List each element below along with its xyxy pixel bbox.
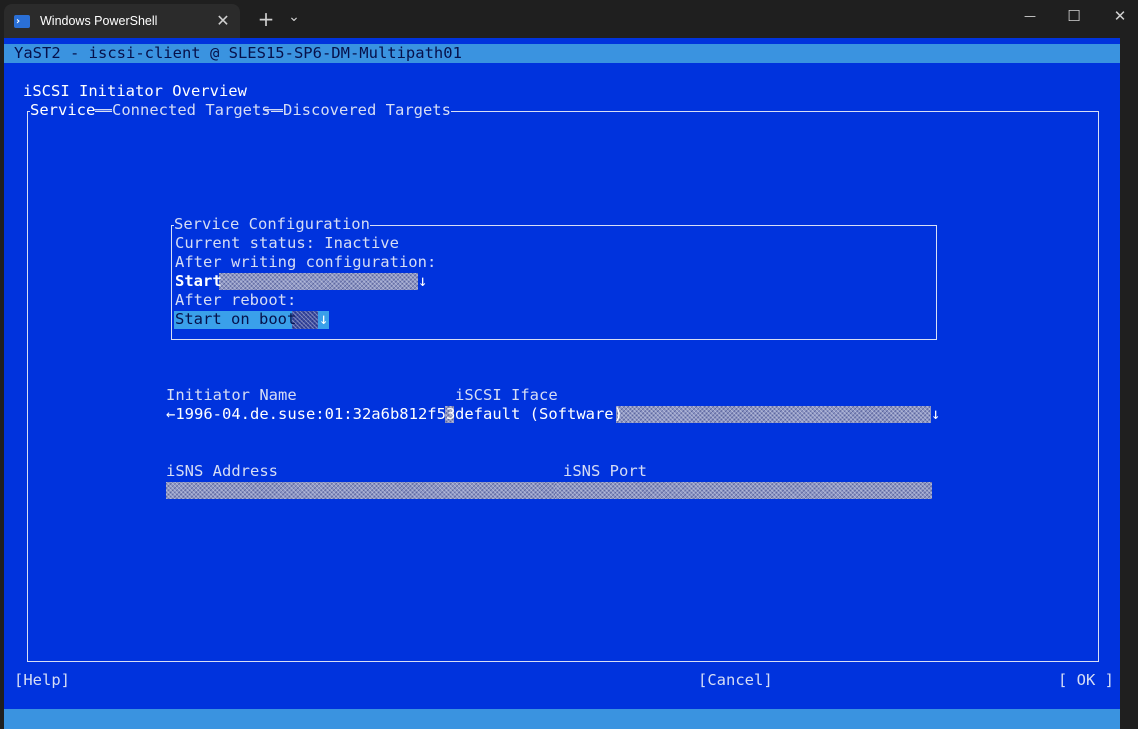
isns-port-label: iSNS Port [563, 462, 647, 480]
after-reboot-select-value[interactable]: Start on boot [175, 310, 296, 329]
iscsi-iface-label: iSCSI Iface [455, 386, 558, 404]
isns-address-input[interactable] [166, 482, 555, 499]
after-writing-label: After writing configuration: [175, 253, 437, 271]
initiator-name-label: Initiator Name [166, 386, 297, 404]
after-reboot-dropdown-arrow-icon[interactable]: ↓ [319, 310, 328, 329]
tab-service[interactable]: Service [30, 101, 96, 120]
help-button[interactable]: [Help] [14, 671, 70, 690]
after-reboot-label: After reboot: [175, 291, 297, 309]
iscsi-iface-dropdown-arrow-icon[interactable]: ↓ [931, 405, 940, 424]
iscsi-iface-select-value[interactable]: default (Software) [455, 405, 623, 424]
minimize-button[interactable]: — [1016, 4, 1044, 28]
close-button[interactable]: ✕ [1106, 4, 1134, 28]
powershell-icon: › [14, 14, 30, 28]
initiator-name-input[interactable]: ←1996-04.de.suse:01:32a6b812f53 [166, 405, 455, 424]
ok-button[interactable]: [ OK ] [1058, 671, 1114, 690]
tab-connected-targets[interactable]: Connected Targets [112, 101, 271, 120]
after-writing-dropdown-arrow-icon[interactable]: ↓ [418, 272, 427, 291]
isns-address-label: iSNS Address [166, 462, 278, 480]
iscsi-iface-dropdown-fill[interactable] [616, 406, 931, 423]
after-writing-select-value[interactable]: Start [175, 272, 222, 291]
tab-title: Windows PowerShell [40, 14, 158, 28]
after-writing-dropdown-fill[interactable] [219, 273, 418, 290]
isns-port-input[interactable] [555, 482, 932, 499]
yast-status-bar [4, 709, 1120, 729]
current-status: Current status: Inactive [175, 234, 399, 252]
tab-close-icon[interactable]: ✕ [212, 10, 234, 32]
new-tab-button[interactable]: + [254, 8, 278, 30]
cancel-button[interactable]: [Cancel] [698, 671, 773, 690]
maximize-button[interactable]: ☐ [1060, 4, 1088, 28]
page-title: iSCSI Initiator Overview [23, 82, 247, 100]
terminal-scroll-gutter [1120, 38, 1138, 729]
tab-discovered-targets[interactable]: Discovered Targets [283, 101, 451, 120]
tab-windows-powershell[interactable]: › Windows PowerShell ✕ [4, 4, 240, 38]
yast-app-title: YaST2 - iscsi-client @ SLES15-SP6-DM-Mul… [14, 44, 462, 62]
service-config-title: Service Configuration [174, 215, 370, 234]
tab-dropdown-button[interactable]: ⌄ [282, 8, 306, 30]
